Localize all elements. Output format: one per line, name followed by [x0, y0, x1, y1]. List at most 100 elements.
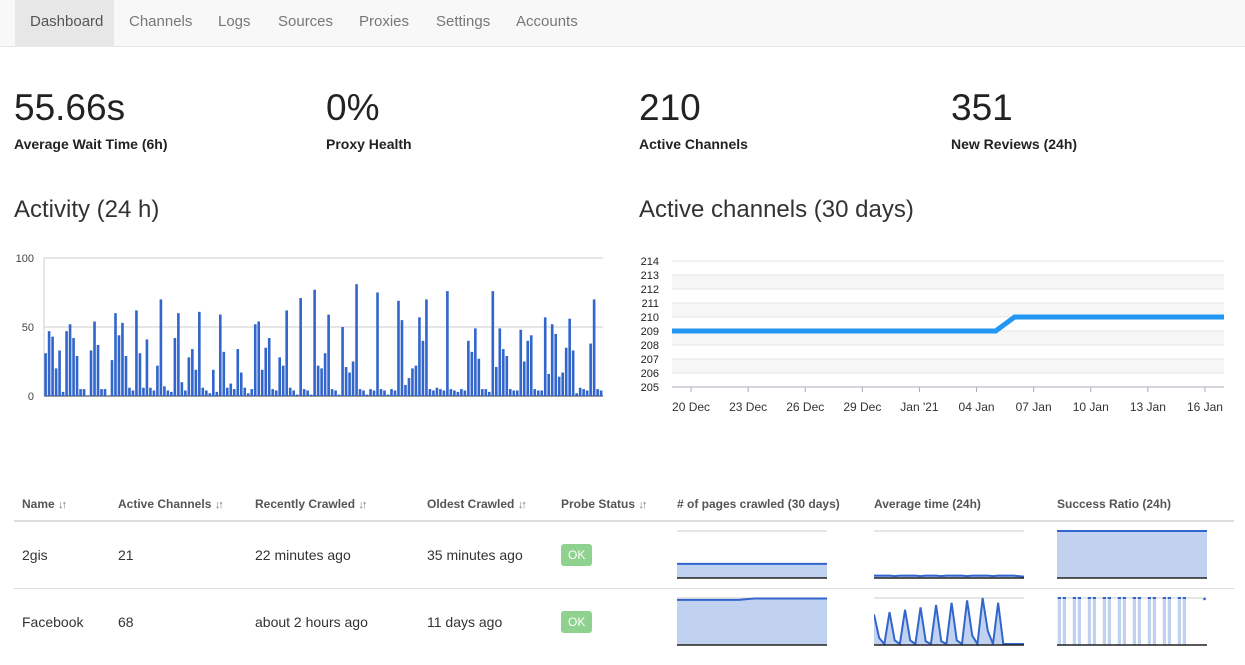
bar: [142, 387, 145, 396]
stat-proxy-health: 0% Proxy Health: [326, 86, 412, 152]
bar: [187, 357, 191, 396]
y-tick-label: 209: [641, 326, 659, 338]
pages-sparkline: [677, 596, 827, 646]
bar: [383, 390, 386, 396]
bar: [390, 389, 393, 396]
bar: [131, 390, 135, 396]
col-recently-crawled[interactable]: Recently Crawled ↓↑: [247, 488, 419, 522]
bar: [337, 394, 341, 396]
cell-name[interactable]: 2gis: [14, 520, 110, 589]
bar: [65, 331, 68, 396]
cell-pages-sparkline: [669, 588, 866, 655]
spark-bar: [1077, 597, 1081, 645]
bar: [355, 284, 358, 396]
status-badge: OK: [561, 544, 593, 566]
status-badge: OK: [561, 611, 593, 633]
bar: [386, 394, 390, 396]
x-tick-label: 04 Jan: [959, 400, 995, 414]
y-tick-label: 210: [641, 312, 659, 324]
spark-area: [677, 597, 827, 645]
nav-logs[interactable]: Logs: [203, 0, 266, 46]
bar: [568, 318, 571, 396]
sort-icon[interactable]: ↓↑: [358, 499, 367, 511]
col-name[interactable]: Name ↓↑: [14, 488, 110, 522]
bar: [236, 349, 240, 396]
y-tick-label: 100: [16, 253, 34, 265]
active-channels-line-chart: 205 206 207 208 209 210 211 212 213 214 20 Dec 23 D…: [641, 256, 1224, 414]
bar: [309, 394, 313, 396]
col-label: Probe Status: [561, 497, 636, 511]
bar: [365, 394, 369, 396]
cell-active-channels: 68: [110, 588, 247, 655]
stat-average-wait-time: 55.66s Average Wait Time (6h): [14, 86, 168, 152]
bar: [582, 389, 585, 396]
nav-accounts[interactable]: Accounts: [501, 0, 593, 46]
nav-dashboard[interactable]: Dashboard: [15, 0, 114, 46]
bar: [435, 387, 439, 396]
sort-icon[interactable]: ↓↑: [215, 499, 224, 511]
bar: [414, 365, 418, 396]
spark-point: [1203, 597, 1206, 600]
bar: [323, 353, 327, 396]
bar: [257, 321, 261, 396]
bar: [110, 360, 114, 396]
col-average-time: Average time (24h): [866, 488, 1049, 522]
nav-proxies[interactable]: Proxies: [344, 0, 424, 46]
bar: [575, 393, 578, 396]
cell-success-sparkline: [1049, 520, 1234, 589]
bar: [271, 389, 275, 396]
nav-channels[interactable]: Channels: [114, 0, 207, 46]
col-label: Name: [22, 497, 55, 511]
col-probe-status[interactable]: Probe Status ↓↑: [553, 488, 669, 522]
sort-icon[interactable]: ↓↑: [518, 499, 527, 511]
x-tick-label: 16 Jan: [1187, 400, 1223, 414]
sort-icon[interactable]: ↓↑: [638, 499, 647, 511]
bar: [288, 387, 292, 396]
cell-probe-status: OK: [553, 588, 669, 655]
y-tick-label: 213: [641, 270, 659, 282]
stat-label: Proxy Health: [326, 136, 412, 152]
bar: [135, 310, 138, 396]
bar: [232, 389, 236, 396]
bar: [218, 314, 222, 396]
bar: [75, 355, 79, 396]
bar: [299, 298, 302, 396]
sort-icon[interactable]: ↓↑: [58, 499, 67, 511]
y-tick-label: 0: [28, 391, 34, 403]
spark-bar: [1057, 597, 1061, 645]
bar: [121, 322, 124, 396]
table-row[interactable]: 2gis 21 22 minutes ago 35 minutes ago OK: [14, 520, 1234, 589]
avg-time-sparkline: [873, 597, 1024, 647]
y-tick-label: 211: [641, 298, 659, 310]
stat-value: 0%: [326, 87, 380, 128]
bar: [557, 376, 561, 396]
bar: [212, 369, 215, 396]
bar: [222, 351, 226, 396]
stat-active-channels: 210 Active Channels: [639, 86, 748, 152]
bar: [194, 369, 198, 396]
table-row[interactable]: Facebook 68 about 2 hours ago 11 days ag…: [14, 588, 1234, 655]
bar: [128, 387, 131, 396]
bar: [376, 292, 379, 396]
series-line: [672, 314, 1224, 334]
stat-new-reviews: 351 New Reviews (24h): [951, 86, 1077, 152]
bar: [477, 358, 481, 396]
col-success-ratio: Success Ratio (24h): [1049, 488, 1234, 522]
nav-settings[interactable]: Settings: [421, 0, 505, 46]
bar: [229, 383, 233, 396]
stat-label: New Reviews (24h): [951, 136, 1078, 152]
nav-sources[interactable]: Sources: [263, 0, 348, 46]
bar: [47, 331, 51, 396]
bar: [449, 389, 453, 396]
bar: [341, 327, 344, 396]
spark-bar: [1087, 597, 1091, 645]
bar: [246, 393, 250, 396]
bar: [470, 351, 474, 396]
spark-bar: [1117, 597, 1121, 645]
col-oldest-crawled[interactable]: Oldest Crawled ↓↑: [419, 488, 553, 522]
cell-name[interactable]: Facebook: [14, 588, 110, 655]
bar: [149, 387, 152, 396]
bar: [82, 389, 86, 396]
spark-line: [874, 574, 1025, 578]
col-active-channels[interactable]: Active Channels ↓↑: [110, 488, 247, 522]
